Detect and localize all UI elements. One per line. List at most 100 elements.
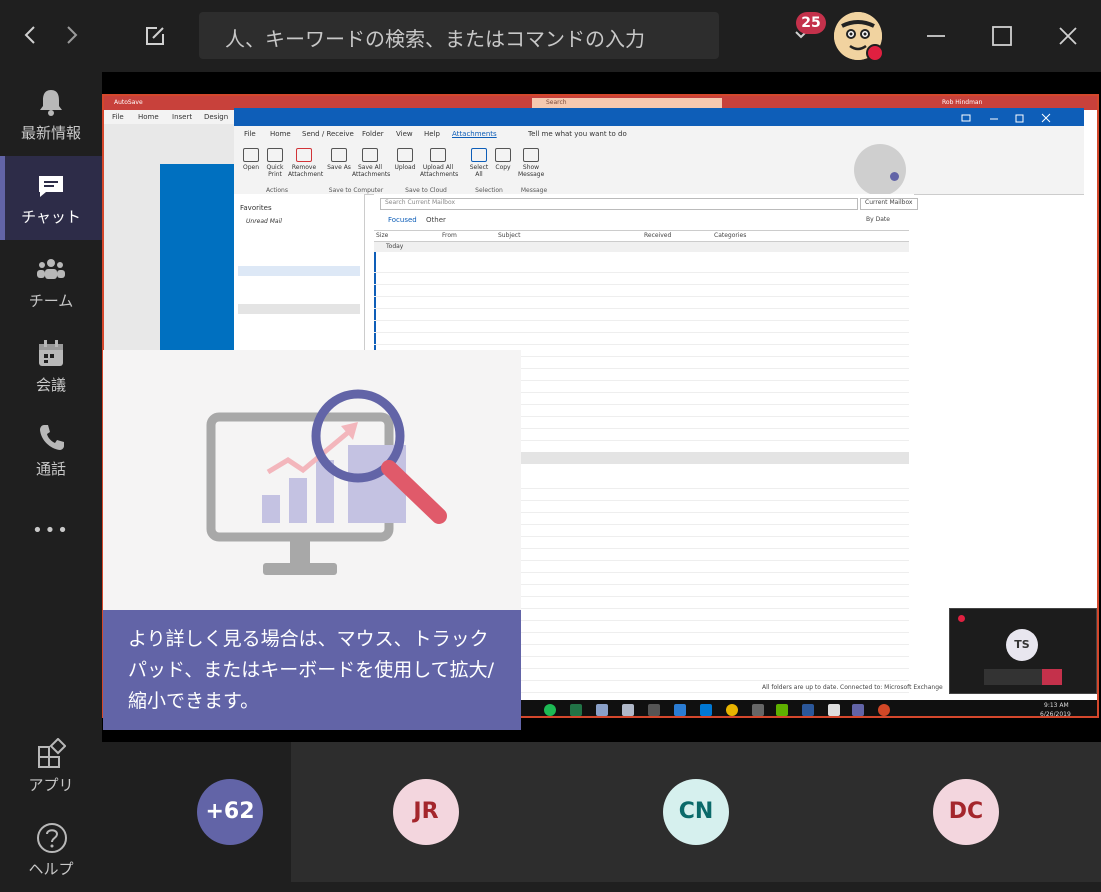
ribbon-select-all: Select All [466, 148, 492, 188]
ribbon-show-message: Show Message [518, 148, 544, 188]
ribbon-group-actions: Actions [266, 187, 288, 194]
word-menu: File Home Insert Design [104, 110, 234, 124]
message-row [374, 298, 909, 309]
recording-icon [958, 615, 965, 622]
word-search-box: Search [532, 98, 722, 108]
group-label-today: Today [386, 243, 404, 250]
rail-item-calls[interactable]: 通話 [0, 408, 102, 492]
app-icon [776, 704, 788, 716]
ribbon-save-as: Save As [326, 148, 352, 188]
back-button[interactable] [17, 22, 43, 50]
minimize-icon [927, 35, 945, 37]
col-subject: Subject [498, 232, 521, 239]
app-icon [648, 704, 660, 716]
outlook-tab-help: Help [424, 130, 440, 138]
minimize-button[interactable] [922, 22, 950, 50]
outlook-window-controls [954, 110, 1064, 124]
maximize-button[interactable] [988, 22, 1016, 50]
close-button[interactable] [1054, 22, 1082, 50]
folder-item [238, 304, 360, 314]
word-icon [802, 704, 814, 716]
hang-up-button[interactable] [1042, 669, 1062, 685]
word-menu-file: File [112, 113, 124, 121]
message-row [374, 334, 909, 345]
rail-item-help[interactable]: ヘルプ [0, 808, 102, 892]
outlook-tab-attachments: Attachments [452, 130, 497, 138]
rail-item-apps[interactable]: アプリ [0, 724, 102, 808]
participant-avatar-cn[interactable]: CN [663, 779, 729, 845]
app-icon [596, 704, 608, 716]
word-autosave: AutoSave [114, 99, 143, 106]
ribbon-group-message: Message [520, 187, 548, 194]
close-icon [1059, 27, 1077, 45]
chevron-left-icon [24, 26, 35, 44]
overflow-participants[interactable]: +62 [197, 779, 263, 845]
participant-avatar-jr[interactable]: JR [393, 779, 459, 845]
message-row [374, 310, 909, 321]
mini-call-avatar: TS [1006, 629, 1038, 661]
ribbon-label-upload: Upload [394, 164, 416, 171]
rail-item-activity[interactable]: 最新情報 [0, 72, 102, 156]
search-mailbox-input: Search Current Mailbox [380, 198, 858, 210]
sort-by-date: By Date [866, 216, 890, 223]
ribbon-remove-attachment: Remove Attachment [288, 148, 324, 188]
rail-label-chat: チャット [21, 208, 81, 226]
word-user: Rob Hindman [942, 99, 983, 106]
favorites-header: Favorites [240, 204, 272, 212]
excel-icon [570, 704, 582, 716]
ribbon-group-selection: Selection [475, 187, 503, 194]
maximize-icon [992, 26, 1012, 46]
focused-tab: Focused [388, 216, 417, 224]
presence-indicator [866, 44, 884, 62]
status-connected: Connected to: Microsoft Exchange [840, 684, 943, 691]
ribbon-label-copy: Copy [495, 164, 511, 171]
outlook-tab-view: View [396, 130, 413, 138]
teams-icon [37, 259, 65, 279]
status-up-to-date: All folders are up to date. [762, 684, 839, 691]
rail-label-activity: 最新情報 [20, 124, 81, 142]
ribbon-group-save-computer: Save to Computer [328, 187, 384, 194]
more-icon: ••• [32, 520, 70, 541]
clock-date: 6/26/2019 [1040, 711, 1071, 718]
calculator-icon [828, 704, 840, 716]
app-rail: 最新情報 チャット チーム 会議 通話 ••• アプリ ヘルプ [0, 72, 102, 882]
outlook-ribbon: Open Quick Print Remove Attachment Save … [234, 142, 1084, 196]
message-row [374, 286, 909, 297]
message-row [374, 262, 909, 273]
app-icon [674, 704, 686, 716]
powerpoint-icon [878, 704, 890, 716]
ribbon-label-open: Open [242, 164, 260, 171]
rail-item-meetings[interactable]: 会議 [0, 324, 102, 408]
mailbox-scope-select: Current Mailbox [860, 198, 918, 210]
teams-taskbar-icon [852, 704, 864, 716]
rail-item-more[interactable]: ••• [0, 512, 102, 552]
word-menu-home: Home [138, 113, 159, 121]
forward-button[interactable] [59, 22, 85, 50]
outlook-tab-folder: Folder [362, 130, 384, 138]
mini-call-window[interactable]: TS [949, 608, 1097, 694]
search-input[interactable]: 人、キーワードの検索、またはコマンドの入力 [199, 12, 719, 59]
ribbon-label-remove-attachment: Remove Attachment [288, 164, 324, 178]
mini-call-controls[interactable] [984, 669, 1062, 685]
participant-avatar-dc[interactable]: DC [933, 779, 999, 845]
chevron-right-icon [67, 26, 78, 44]
outlook-title-bar [234, 108, 1084, 126]
col-received: Received [644, 232, 672, 239]
participant-initials: JR [413, 799, 439, 824]
rail-label-apps: アプリ [28, 776, 74, 794]
ribbon-quick-print: Quick Print [262, 148, 288, 188]
participant-initials: CN [678, 799, 714, 824]
title-bar: 人、キーワードの検索、またはコマンドの入力 25 [0, 0, 1101, 72]
notification-badge: 25 [796, 12, 826, 34]
rail-item-teams[interactable]: チーム [0, 240, 102, 324]
magnify-monitor-illustration [206, 389, 447, 575]
clock-time: 9:13 AM [1044, 702, 1069, 709]
new-chat-button[interactable] [143, 24, 167, 48]
zoom-tip-text: より詳しく見る場合は、マウス、トラックパッド、またはキーボードを使用して拡大/縮… [103, 610, 521, 730]
search-placeholder: 人、キーワードの検索、またはコマンドの入力 [225, 27, 645, 51]
rail-item-chat[interactable]: チャット [0, 156, 102, 240]
calendar-icon [39, 340, 63, 366]
folder-selected [238, 266, 360, 276]
bell-icon [40, 90, 62, 116]
group-header-today: Today [374, 242, 909, 252]
